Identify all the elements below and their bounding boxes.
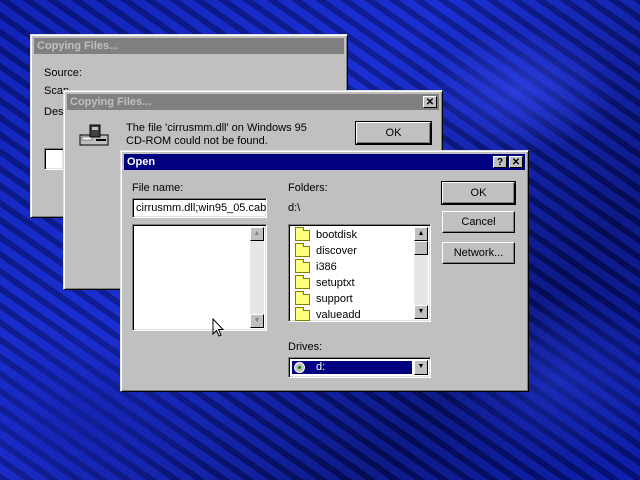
- file-list[interactable]: ▲ ▼: [132, 224, 267, 331]
- help-button[interactable]: ?: [493, 156, 507, 168]
- current-path: d:\: [288, 202, 301, 214]
- drive-value: d:: [316, 361, 326, 373]
- error-message-line2: CD-ROM could not be found.: [126, 135, 268, 147]
- error-message-line1: The file 'cirrusmm.dll' on Windows 95: [126, 122, 307, 134]
- folder-icon: [295, 227, 310, 241]
- file-name-label: File name:: [132, 182, 184, 194]
- folder-list-scroll-down[interactable]: ▼: [414, 305, 428, 319]
- file-list-scroll-up[interactable]: ▲: [250, 227, 264, 241]
- drives-dropdown[interactable]: d: ▼: [288, 357, 431, 378]
- file-list-scroll-down[interactable]: ▼: [250, 314, 264, 328]
- open-dialog-titlebar: Open ? ✕: [124, 154, 525, 170]
- ok-button[interactable]: OK: [441, 181, 516, 205]
- open-dialog-close-button[interactable]: ✕: [509, 156, 523, 168]
- error-dialog-close-button[interactable]: ✕: [423, 96, 437, 108]
- cd-drive-icon: [294, 362, 305, 373]
- disk-drive-icon: [78, 123, 112, 149]
- open-dialog-title: Open: [127, 156, 156, 168]
- folders-label: Folders:: [288, 182, 328, 194]
- source-label: Source:: [44, 67, 82, 79]
- copying-files-titlebar: Copying Files...: [34, 38, 344, 54]
- mouse-cursor-icon: [212, 317, 226, 338]
- drive-selection: d:: [292, 361, 412, 374]
- folder-list[interactable]: bootdisk discover i386 setuptxt support …: [288, 224, 431, 322]
- drives-label: Drives:: [288, 341, 323, 353]
- file-list-scrollbar[interactable]: ▲ ▼: [250, 227, 264, 328]
- folder-icon: [295, 307, 310, 321]
- cancel-button[interactable]: Cancel: [442, 211, 515, 233]
- folder-list-scrollbar[interactable]: ▲ ▼: [414, 227, 428, 319]
- error-dialog-title: Copying Files...: [70, 96, 152, 108]
- destination-label: Des: [44, 106, 64, 118]
- folder-icon: [295, 243, 310, 257]
- copying-files-title: Copying Files...: [37, 40, 119, 52]
- folder-list-scroll-up[interactable]: ▲: [414, 227, 428, 241]
- progress-bar: [44, 148, 64, 170]
- folder-list-scroll-thumb[interactable]: [414, 241, 428, 255]
- folder-icon: [295, 291, 310, 305]
- error-dialog-titlebar: Copying Files... ✕: [67, 94, 439, 110]
- open-dialog: Open ? ✕ File name: cirrusmm.dll;win95_0…: [120, 150, 529, 392]
- drives-dropdown-arrow[interactable]: ▼: [414, 360, 428, 375]
- folder-icon: [295, 259, 310, 273]
- folder-icon: [295, 275, 310, 289]
- file-name-input[interactable]: cirrusmm.dll;win95_05.cab: [132, 198, 267, 218]
- file-name-value: cirrusmm.dll;win95_05.cab: [136, 202, 267, 214]
- error-ok-button[interactable]: OK: [355, 121, 432, 145]
- network-button[interactable]: Network...: [442, 242, 515, 264]
